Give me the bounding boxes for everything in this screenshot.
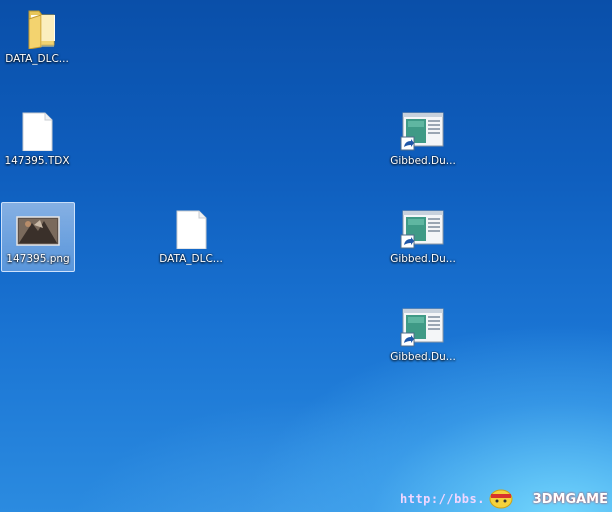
- blank-file-icon: [22, 112, 53, 151]
- icon-label: 147395.TDX: [4, 155, 70, 167]
- watermark: http://bbs. 3DMGAME: [400, 485, 608, 509]
- icon-label: Gibbed.Du...: [390, 155, 456, 167]
- watermark-url: http://bbs.: [400, 492, 485, 506]
- app-shortcut-icon: [400, 112, 444, 151]
- blank-file-icon: [176, 210, 207, 249]
- desktop-icon-shortcut[interactable]: Gibbed.Du...: [386, 202, 460, 272]
- desktop-icon-shortcut[interactable]: Gibbed.Du...: [386, 300, 460, 370]
- desktop-icon-image[interactable]: 147395.png: [1, 202, 75, 272]
- desktop-icon-file[interactable]: 147395.TDX: [0, 104, 74, 174]
- icon-label: 147395.png: [6, 253, 70, 265]
- icon-label: Gibbed.Du...: [390, 253, 456, 265]
- desktop-icon-shortcut[interactable]: Gibbed.Du...: [386, 104, 460, 174]
- icon-label: DATA_DLC...: [159, 253, 223, 265]
- desktop-icon-file[interactable]: DATA_DLC...: [154, 202, 228, 272]
- folder-icon: [28, 10, 55, 49]
- watermark-brand: 3DMGAME: [532, 492, 608, 507]
- app-shortcut-icon: [400, 210, 444, 249]
- app-shortcut-icon: [400, 308, 444, 347]
- image-file-icon: [16, 216, 60, 246]
- mascot-logo-icon: [489, 489, 513, 509]
- icon-label: Gibbed.Du...: [390, 351, 456, 363]
- desktop-icon-folder[interactable]: DATA_DLC...: [0, 2, 74, 72]
- icon-label: DATA_DLC...: [5, 53, 69, 65]
